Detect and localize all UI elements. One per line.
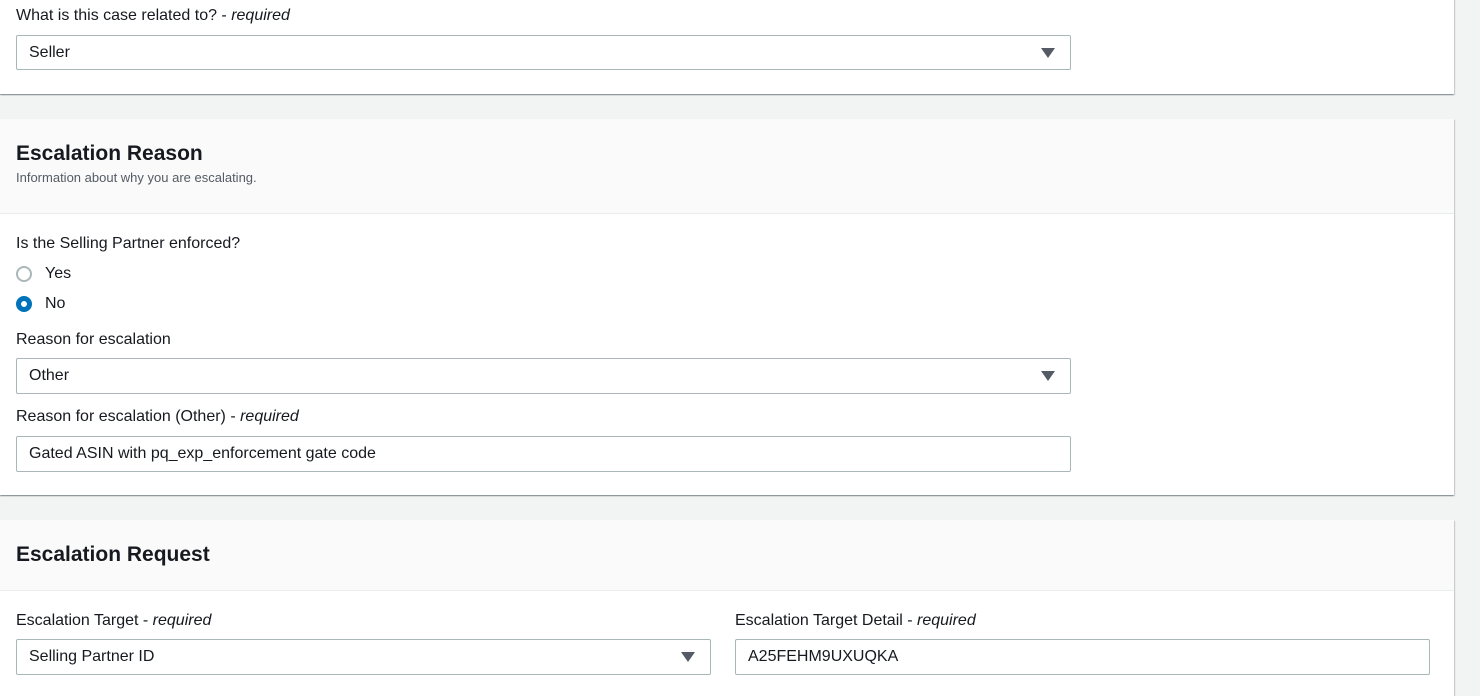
reason-other-label: Reason for escalation (Other) - required <box>16 408 299 425</box>
reason-other-value: Gated ASIN with pq_exp_enforcement gate … <box>29 445 376 462</box>
radio-yes-label[interactable]: Yes <box>45 264 71 284</box>
reason-other-label-text: Reason for escalation (Other) <box>16 408 226 425</box>
escalation-target-detail-label-text: Escalation Target Detail <box>735 612 903 629</box>
required-marker: required <box>917 612 976 629</box>
escalation-target-detail-label: Escalation Target Detail - required <box>735 612 976 629</box>
reason-select[interactable]: Other <box>16 358 1071 394</box>
caret-down-icon <box>1041 48 1055 58</box>
radio-yes[interactable] <box>16 266 32 282</box>
radio-no-label[interactable]: No <box>45 294 65 314</box>
escalation-request-title: Escalation Request <box>16 543 210 566</box>
enforced-question-label: Is the Selling Partner enforced? <box>16 235 241 252</box>
escalation-target-detail-value: A25FEHM9UXUQKA <box>748 648 899 665</box>
caret-down-icon <box>681 652 695 662</box>
escalation-target-value: Selling Partner ID <box>29 648 155 665</box>
escalation-reason-title: Escalation Reason <box>16 142 203 165</box>
page: What is this case related to? - required… <box>0 0 1480 696</box>
escalation-target-label: Escalation Target - required <box>16 612 212 629</box>
reason-value: Other <box>29 367 70 384</box>
escalation-request-header: Escalation Request <box>0 520 1454 591</box>
required-marker: required <box>231 7 290 24</box>
required-marker: required <box>240 408 299 425</box>
escalation-reason-panel: Escalation Reason Information about why … <box>0 119 1454 495</box>
case-related-panel: What is this case related to? - required… <box>0 0 1454 94</box>
escalation-reason-header: Escalation Reason Information about why … <box>0 119 1454 214</box>
escalation-target-detail-input[interactable]: A25FEHM9UXUQKA <box>735 639 1430 675</box>
reason-other-input[interactable]: Gated ASIN with pq_exp_enforcement gate … <box>16 436 1071 472</box>
case-related-select[interactable]: Seller <box>16 35 1071 70</box>
radio-no[interactable] <box>16 296 32 312</box>
required-marker: required <box>152 612 212 629</box>
escalation-target-select[interactable]: Selling Partner ID <box>16 639 711 675</box>
escalation-request-panel: Escalation Request Escalation Target - r… <box>0 520 1454 696</box>
escalation-reason-description: Information about why you are escalating… <box>16 170 257 185</box>
escalation-target-label-text: Escalation Target <box>16 612 139 629</box>
case-related-label: What is this case related to? - required <box>16 7 290 24</box>
case-related-label-text: What is this case related to? <box>16 7 217 24</box>
reason-label: Reason for escalation <box>16 331 171 348</box>
case-related-value: Seller <box>29 44 70 61</box>
caret-down-icon <box>1041 371 1055 381</box>
